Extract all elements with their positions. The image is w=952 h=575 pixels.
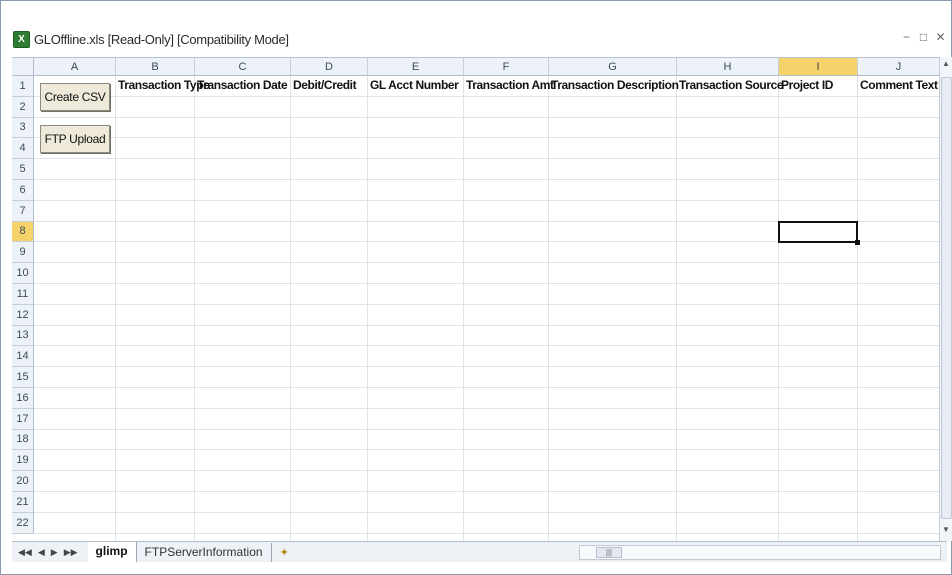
column-header-b[interactable]: B xyxy=(116,58,195,76)
window-controls: − □ ✕ xyxy=(901,30,946,44)
column-header-h[interactable]: H xyxy=(677,58,779,76)
row-header-16[interactable]: 16 xyxy=(12,388,34,409)
header-cell-b[interactable]: Transaction Type xyxy=(118,78,210,92)
tab-ftpserverinformation[interactable]: FTPServerInformation xyxy=(137,542,272,562)
gridline-horizontal xyxy=(34,262,940,264)
next-sheet-icon[interactable]: ▶ xyxy=(51,547,58,558)
row-header-17[interactable]: 17 xyxy=(12,408,34,430)
row-header-21[interactable]: 21 xyxy=(12,492,34,513)
vertical-scrollbar[interactable]: ▲ ▼ xyxy=(939,57,952,541)
worksheet-grid[interactable]: A B C D E F G H I J 1 2 3 4 5 6 7 8 9 10 11 12 13 14 15 16 17 18 19 2… xyxy=(12,57,940,542)
fill-handle[interactable] xyxy=(855,240,860,246)
gridline-horizontal xyxy=(34,116,940,118)
gridline-horizontal xyxy=(34,491,940,492)
row-header-20[interactable]: 20 xyxy=(12,471,34,492)
gridline-horizontal xyxy=(34,95,940,97)
header-cell-f[interactable]: Transaction Amt xyxy=(466,78,554,92)
column-header-f[interactable]: F xyxy=(464,58,549,76)
last-sheet-icon[interactable]: ▶▶ xyxy=(64,547,78,558)
column-header-a[interactable]: A xyxy=(34,58,116,76)
gridline-horizontal xyxy=(34,532,940,534)
select-all-corner[interactable] xyxy=(12,58,34,76)
gridline-horizontal xyxy=(34,470,940,472)
sheet-tab-bar: ◀◀ ◀ ▶ ▶▶ glimp FTPServerInformation ✦ |… xyxy=(12,541,947,563)
column-header-c[interactable]: C xyxy=(195,58,291,76)
gridline-horizontal xyxy=(34,283,940,284)
horizontal-scroll-thumb[interactable]: ||| xyxy=(596,547,622,558)
excel-icon: X xyxy=(13,30,30,48)
gridline-vertical xyxy=(778,76,779,542)
first-sheet-icon[interactable]: ◀◀ xyxy=(18,547,32,558)
row-header-22[interactable]: 22 xyxy=(12,512,34,534)
header-cell-c[interactable]: Transaction Date xyxy=(197,78,288,92)
gridline-horizontal xyxy=(34,449,940,451)
row-header-10[interactable]: 10 xyxy=(12,263,34,284)
gridline-horizontal xyxy=(34,303,940,305)
header-cell-h[interactable]: Transaction Source xyxy=(679,78,784,92)
gridline-vertical xyxy=(367,76,368,542)
gridline-horizontal xyxy=(34,158,940,160)
header-cell-j[interactable]: Comment Text xyxy=(860,78,938,92)
gridline-vertical xyxy=(676,76,677,542)
column-header-i[interactable]: I xyxy=(779,58,858,76)
close-icon[interactable]: ✕ xyxy=(935,30,946,44)
row-header-11[interactable]: 11 xyxy=(12,284,34,305)
create-csv-button[interactable]: Create CSV xyxy=(40,83,110,111)
prev-sheet-icon[interactable]: ◀ xyxy=(38,547,45,558)
row-header-4[interactable]: 4 xyxy=(12,138,34,160)
sheet-nav-buttons: ◀◀ ◀ ▶ ▶▶ xyxy=(12,547,88,558)
row-header-2[interactable]: 2 xyxy=(12,96,34,118)
gridline-vertical xyxy=(857,76,858,542)
gridline-horizontal xyxy=(34,428,940,430)
gridline-horizontal xyxy=(34,387,940,388)
row-header-19[interactable]: 19 xyxy=(12,450,34,472)
gridline-horizontal xyxy=(34,407,940,409)
row-header-1[interactable]: 1 xyxy=(12,76,34,97)
gridline-vertical xyxy=(548,76,549,542)
restore-icon[interactable]: □ xyxy=(918,30,929,44)
insert-sheet-icon[interactable]: ✦ xyxy=(272,546,297,559)
vertical-scroll-thumb[interactable] xyxy=(941,77,952,519)
scroll-down-icon[interactable]: ▼ xyxy=(940,525,952,539)
minimize-icon[interactable]: − xyxy=(901,30,912,44)
row-header-18[interactable]: 18 xyxy=(12,429,34,451)
gridline-vertical xyxy=(290,76,291,542)
gridline-horizontal xyxy=(34,137,940,139)
gridline-horizontal xyxy=(34,324,940,326)
workbook-titlebar: X GLOffline.xls [Read-Only] [Compatibili… xyxy=(6,26,946,52)
row-header-3[interactable]: 3 xyxy=(12,117,34,139)
tab-glimp[interactable]: glimp xyxy=(87,541,137,563)
gridline-vertical xyxy=(463,76,464,542)
gridline-horizontal xyxy=(34,199,940,201)
row-header-15[interactable]: 15 xyxy=(12,367,34,388)
column-header-d[interactable]: D xyxy=(291,58,368,76)
row-header-12[interactable]: 12 xyxy=(12,304,34,326)
row-header-5[interactable]: 5 xyxy=(12,159,34,180)
row-header-6[interactable]: 6 xyxy=(12,180,34,201)
scroll-up-icon[interactable]: ▲ xyxy=(940,59,952,73)
row-header-9[interactable]: 9 xyxy=(12,242,34,264)
gridline-vertical xyxy=(115,76,116,542)
header-cell-g[interactable]: Transaction Description xyxy=(551,78,679,92)
gridline-horizontal xyxy=(34,366,940,368)
row-header-7[interactable]: 7 xyxy=(12,200,34,222)
header-cell-i[interactable]: Project ID xyxy=(781,78,833,92)
gridline-horizontal xyxy=(34,345,940,347)
horizontal-scrollbar[interactable]: ||| xyxy=(579,545,941,560)
gridline-vertical xyxy=(194,76,195,542)
gridline-horizontal xyxy=(34,179,940,180)
gridline-horizontal xyxy=(34,511,940,513)
row-header-8[interactable]: 8 xyxy=(12,221,34,243)
header-cell-d[interactable]: Debit/Credit xyxy=(293,78,357,92)
ftp-upload-button[interactable]: FTP Upload xyxy=(40,125,110,153)
column-header-g[interactable]: G xyxy=(549,58,677,76)
workbook-title: GLOffline.xls [Read-Only] [Compatibility… xyxy=(34,31,289,47)
column-header-e[interactable]: E xyxy=(368,58,464,76)
column-header-j[interactable]: J xyxy=(858,58,940,76)
row-header-14[interactable]: 14 xyxy=(12,346,34,368)
active-cell[interactable] xyxy=(778,220,858,244)
row-header-13[interactable]: 13 xyxy=(12,325,34,347)
header-cell-e[interactable]: GL Acct Number xyxy=(370,78,459,92)
